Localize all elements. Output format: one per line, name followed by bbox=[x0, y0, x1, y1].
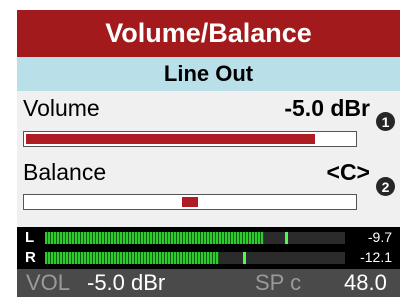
meter-l-track bbox=[45, 232, 345, 244]
volume-value: -5.0 dBr bbox=[284, 95, 370, 121]
balance-label: Balance bbox=[23, 159, 107, 185]
balance-slider[interactable] bbox=[23, 194, 357, 210]
parameter-panel: Volume -5.0 dBr 1 Balance <C> 2 bbox=[17, 91, 400, 227]
knob-2-icon: 2 bbox=[376, 177, 395, 196]
knob-2-number: 2 bbox=[381, 178, 390, 195]
status-bar: VOL -5.0 dBr SP c 48.0 bbox=[17, 269, 400, 297]
screen-title: Volume/Balance bbox=[105, 18, 312, 48]
subtitle-bar: Line Out bbox=[17, 57, 400, 91]
status-vol-value: -5.0 dBr bbox=[87, 270, 166, 295]
volume-slider[interactable] bbox=[23, 131, 357, 147]
meter-l-value: -9.7 bbox=[367, 229, 392, 245]
knob-1-icon: 1 bbox=[376, 112, 395, 131]
output-name: Line Out bbox=[163, 61, 254, 86]
meter-channel-r: R bbox=[25, 249, 36, 266]
balance-slider-marker bbox=[182, 197, 198, 207]
meter-r-peak bbox=[243, 252, 246, 264]
title-bar: Volume/Balance bbox=[17, 10, 400, 57]
status-vol-label: VOL bbox=[26, 270, 71, 295]
meter-r-fill bbox=[45, 252, 219, 264]
level-meters: L -9.7 R -12.1 bbox=[17, 227, 400, 269]
balance-value: <C> bbox=[326, 159, 370, 185]
volume-label: Volume bbox=[23, 95, 100, 121]
meter-r-track bbox=[45, 252, 345, 264]
status-sp-label: SP c bbox=[255, 270, 302, 295]
knob-1-number: 1 bbox=[381, 113, 390, 130]
meter-r-value: -12.1 bbox=[360, 249, 392, 265]
meter-channel-l: L bbox=[25, 229, 35, 246]
meter-l-peak bbox=[285, 232, 288, 244]
volume-slider-fill bbox=[26, 134, 315, 144]
meter-l-fill bbox=[45, 232, 264, 244]
status-sp-value: 48.0 bbox=[344, 270, 387, 295]
volume-balance-screen: Volume/Balance Line Out Volume -5.0 dBr … bbox=[0, 0, 401, 297]
